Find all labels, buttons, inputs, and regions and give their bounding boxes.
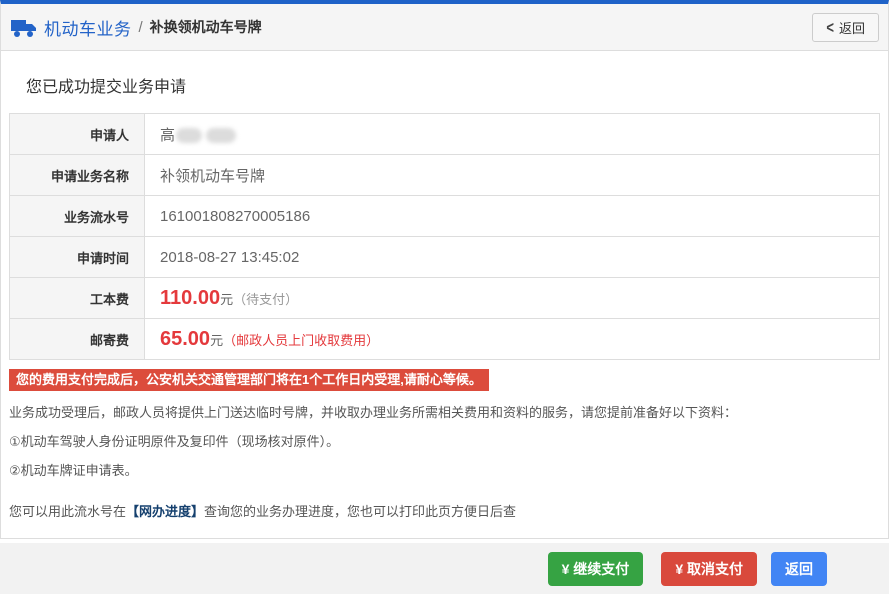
applicant-name: 高	[160, 127, 175, 144]
table-row-business-name: 申请业务名称 补领机动车号牌	[10, 155, 880, 196]
payment-alert-banner: 您的费用支付完成后，公安机关交通管理部门将在1个工作日内受理,请耐心等候。	[9, 369, 489, 391]
table-row-apply-time: 申请时间 2018-08-27 13:45:02	[10, 237, 880, 278]
breadcrumb-page-title: 补换领机动车号牌	[150, 17, 262, 37]
row-value: 65.00元（邮政人员上门收取费用）	[145, 319, 880, 360]
apply-time-value: 2018-08-27 13:45:02	[145, 237, 880, 278]
row-label: 工本费	[10, 278, 145, 319]
back-button-top-label: 返回	[839, 18, 865, 37]
row-label: 申请业务名称	[10, 155, 145, 196]
main-panel: 机动车业务 / 补换领机动车号牌 < 返回 您已成功提交业务申请 申请人 高 申…	[0, 0, 889, 539]
page-title: 您已成功提交业务申请	[26, 73, 880, 97]
progress-note-prefix: 您可以用此流水号在	[9, 504, 126, 519]
postage-fee-amount: 65.00	[160, 328, 210, 350]
row-value: 高	[145, 114, 880, 155]
row-label: 邮寄费	[10, 319, 145, 360]
breadcrumb: 机动车业务 / 补换领机动车号牌	[10, 15, 262, 40]
truck-icon	[10, 17, 37, 38]
row-label: 申请时间	[10, 237, 145, 278]
row-label: 业务流水号	[10, 196, 145, 237]
table-row-serial-number: 业务流水号 161001808270005186	[10, 196, 880, 237]
row-value: 补领机动车号牌	[145, 155, 880, 196]
fee-unit: 元	[210, 333, 223, 348]
breadcrumb-separator: /	[139, 19, 143, 36]
fee-unit: 元	[220, 292, 233, 307]
back-button-top[interactable]: < 返回	[812, 13, 879, 42]
redaction-blur	[176, 128, 202, 143]
postage-fee-note: （邮政人员上门收取费用）	[223, 333, 379, 348]
application-info-table: 申请人 高 申请业务名称 补领机动车号牌 业务流水号 1610018082700…	[9, 113, 880, 360]
chevron-left-icon: <	[826, 18, 834, 37]
table-row-postage-fee: 邮寄费 65.00元（邮政人员上门收取费用）	[10, 319, 880, 360]
progress-note-suffix: 查询您的业务办理进度，您也可以打印此页方便日后查	[204, 504, 516, 519]
breadcrumb-section[interactable]: 机动车业务	[44, 15, 132, 40]
serial-number-value: 161001808270005186	[145, 196, 880, 237]
row-label: 申请人	[10, 114, 145, 155]
redaction-blur	[206, 128, 236, 143]
instruction-item-2: ②机动车牌证申请表。	[9, 462, 880, 480]
row-value: 110.00元（待支付）	[145, 278, 880, 319]
table-row-production-fee: 工本费 110.00元（待支付）	[10, 278, 880, 319]
action-footer: ¥ 继续支付 ¥ 取消支付 返回	[0, 543, 889, 594]
page-header: 机动车业务 / 补换领机动车号牌 < 返回	[1, 4, 888, 51]
table-row-applicant: 申请人 高	[10, 114, 880, 155]
back-button-bottom[interactable]: 返回	[771, 552, 827, 586]
progress-note: 您可以用此流水号在【网办进度】查询您的业务办理进度，您也可以打印此页方便日后查	[9, 503, 880, 521]
production-fee-amount: 110.00	[160, 287, 220, 309]
instruction-item-1: ①机动车驾驶人身份证明原件及复印件（现场核对原件）。	[9, 433, 880, 451]
continue-payment-button[interactable]: ¥ 继续支付	[548, 552, 644, 586]
cancel-payment-button[interactable]: ¥ 取消支付	[661, 552, 757, 586]
instruction-paragraph: 业务成功受理后，邮政人员将提供上门送达临时号牌，并收取办理业务所需相关费用和资料…	[9, 404, 880, 422]
fee-status-note: （待支付）	[233, 292, 298, 307]
online-progress-link: 【网办进度】	[126, 504, 204, 519]
content-area: 您已成功提交业务申请 申请人 高 申请业务名称 补领机动车号牌 业务流水号 16…	[1, 51, 888, 538]
